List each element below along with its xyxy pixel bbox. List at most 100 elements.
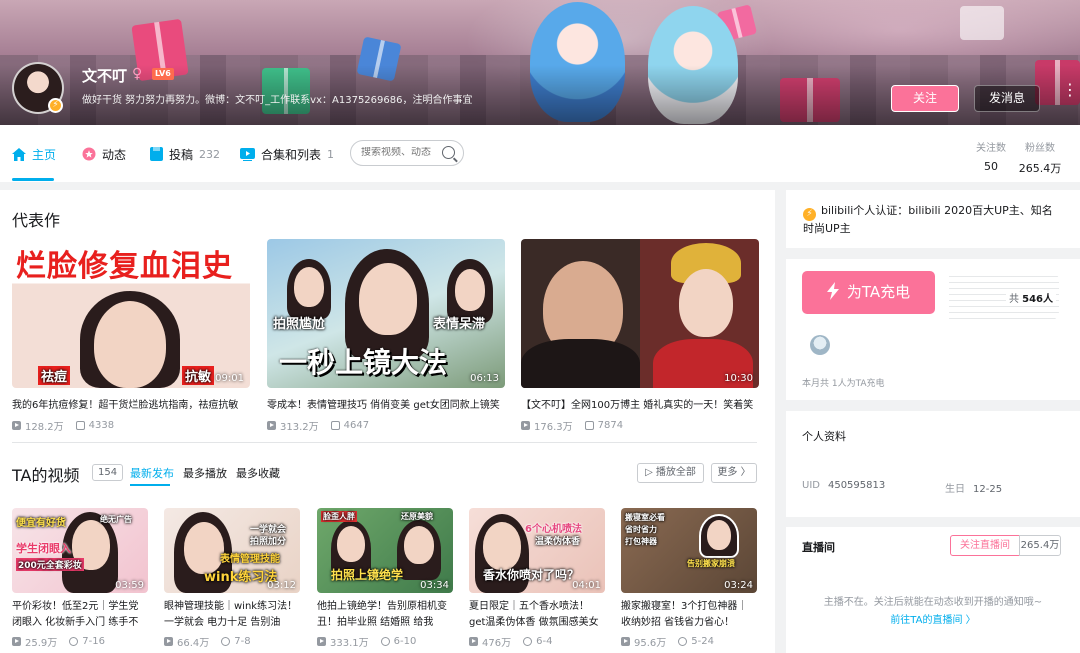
video-thumbnail[interactable]: 烂脸修复血泪史 祛痘 抗敏 09:01: [12, 239, 250, 388]
thumbnail-caption: 告别搬家崩溃: [687, 559, 735, 568]
tab-uploads[interactable]: 投稿 232: [150, 145, 220, 163]
certification-card: ⚡ bilibili个人认证：bilibili 2020百大UP主、知名时尚UP主: [786, 190, 1080, 248]
follow-live-button[interactable]: 关注直播间: [950, 535, 1020, 556]
personal-info-title: 个人资料: [802, 430, 846, 443]
thumbnail-caption: 拍照加分: [250, 537, 287, 547]
video-title[interactable]: 我的6年抗痘修复！超干货烂脸逃坑指南，祛痘抗敏: [12, 396, 250, 411]
charger-avatar[interactable]: [810, 335, 830, 355]
tab-dynamics[interactable]: 动态: [82, 145, 126, 163]
sort-tab-underline: [130, 484, 170, 486]
profile-nav: 主页 动态 投稿 232 合集和列表 1 关注数 50 粉丝数 265.4万: [0, 125, 1080, 182]
space-search-input[interactable]: [361, 147, 439, 158]
video-thumbnail[interactable]: 一学就会 拍照加分 表情管理技能 wink练习法 03:12: [164, 508, 300, 593]
thumbnail-caption: 拍照上镜绝学: [331, 568, 404, 582]
charge-total: 共 546人: [1005, 290, 1056, 305]
charge-total-prefix: 共: [1008, 294, 1019, 305]
video-meta: 313.2万 4647: [267, 418, 505, 433]
date-icon: [678, 637, 688, 646]
uid-label: UID: [802, 480, 820, 491]
uid-row: UID 450595813: [802, 480, 885, 491]
sort-tab-most-favorited[interactable]: 最多收藏: [236, 465, 280, 481]
video-meta: 176.3万 7874: [521, 418, 759, 433]
thumbnail-caption: 香水你喷对了吗？: [483, 568, 580, 582]
followers-stat[interactable]: 粉丝数 265.4万: [1018, 139, 1062, 176]
video-card[interactable]: 脸歪人胖 还原美貌 拍照上镜绝学 03:34 他拍上镜绝学！告别原相机变丑！拍毕…: [317, 508, 453, 649]
charge-button[interactable]: 为TA充电: [802, 271, 935, 314]
thumbnail-caption: 拍照尴尬: [273, 317, 326, 332]
tab-collections[interactable]: 合集和列表 1: [240, 145, 334, 163]
video-card[interactable]: 一学就会 拍照加分 表情管理技能 wink练习法 03:12 眼神管理技能｜wi…: [164, 508, 300, 649]
video-title[interactable]: 【文不叮】全网100万博主 婚礼真实的一天！笑着笑: [521, 396, 759, 411]
thumb-figure: [294, 267, 324, 307]
thumb-figure: [455, 269, 485, 311]
space-search-box[interactable]: [350, 140, 464, 166]
video-meta: 25.9万 7-16: [12, 634, 148, 649]
video-title[interactable]: 零成本！表情管理技巧 俏俏变美 get女团同款上镜笑: [267, 396, 505, 411]
video-duration: 03:12: [267, 580, 296, 591]
video-thumbnail[interactable]: 搬寝室必看 省时省力 打包神器 告别搬家崩溃 03:24: [621, 508, 757, 593]
stat-value: 265.4万: [1018, 162, 1062, 175]
certification-text: bilibili个人认证：bilibili 2020百大UP主、知名时尚UP主: [803, 204, 1053, 235]
play-count: 476万: [482, 638, 512, 649]
video-thumbnail[interactable]: 拍照尴尬 表情呆滞 一秒上镜大法 06:13: [267, 239, 505, 388]
live-offline-tip: 主播不在。关注后就能在动态收到开播的通知哦~: [823, 597, 1043, 608]
play-count: 66.4万: [177, 638, 210, 649]
play-count-icon: [521, 421, 530, 430]
video-thumbnail[interactable]: 6个心机喷法 温柔伪体香 香水你喷对了吗？ 04:01: [469, 508, 605, 593]
send-message-button[interactable]: 发消息: [974, 85, 1040, 112]
play-count-icon: [12, 637, 21, 646]
date-icon: [221, 637, 231, 646]
thumb-figure: [404, 526, 434, 564]
publish-date: 5-24: [691, 636, 714, 647]
video-thumbnail[interactable]: 脸歪人胖 还原美貌 拍照上镜绝学 03:34: [317, 508, 453, 593]
birthday-value: 12-25: [973, 484, 1003, 495]
video-duration: 03:24: [724, 580, 753, 591]
thumbnail-caption: 搬寝室必看: [625, 513, 665, 522]
search-icon[interactable]: [442, 146, 455, 159]
danmaku-count: 4338: [88, 420, 115, 431]
video-card[interactable]: 搬寝室必看 省时省力 打包神器 告别搬家崩溃 03:24 搬家搬寝室！3个打包神…: [621, 508, 757, 649]
date-icon: [523, 637, 533, 646]
sort-tab-latest[interactable]: 最新发布: [130, 465, 174, 481]
featured-video-card[interactable]: 烂脸修复血泪史 祛痘 抗敏 09:01 我的6年抗痘修复！超干货烂脸逃坑指南，祛…: [12, 239, 250, 433]
featured-video-card[interactable]: 拍照尴尬 表情呆滞 一秒上镜大法 06:13 零成本！表情管理技巧 俏俏变美 g…: [267, 239, 505, 433]
danmaku-icon: [584, 421, 594, 430]
video-meta: 128.2万 4338: [12, 418, 250, 433]
danmaku-icon: [330, 421, 340, 430]
play-count: 95.6万: [634, 638, 667, 649]
featured-video-card[interactable]: 10:30 【文不叮】全网100万博主 婚礼真实的一天！笑着笑 176.3万 7…: [521, 239, 759, 433]
uploads-count: 232: [199, 147, 221, 161]
thumbnail-caption: 200元全套彩妆: [16, 558, 84, 571]
video-thumbnail[interactable]: 便宜有好货 绝无广告 学生闭眼入 200元全套彩妆 03:59: [12, 508, 148, 593]
publish-date: 7-16: [82, 636, 105, 647]
sort-tab-most-played[interactable]: 最多播放: [183, 465, 227, 481]
video-title[interactable]: 搬家搬寝室！3个打包神器｜收纳妙招 省钱省力省心！: [621, 599, 757, 631]
thumbnail-caption: 还原美貌: [401, 512, 433, 521]
charge-label: 为TA充电: [846, 283, 911, 301]
verified-icon: ⚡: [803, 208, 816, 221]
publish-date: 6-4: [536, 636, 553, 647]
video-title[interactable]: 平价彩妆！低至2元｜学生党闭眼入 化妆新手入门 练手不: [12, 599, 148, 631]
personal-info-card: 个人资料 UID 450595813 生日 12-25: [786, 411, 1080, 517]
following-stat[interactable]: 关注数 50: [972, 139, 1010, 173]
main-content: 代表作 烂脸修复血泪史 祛痘 抗敏 09:01 我的6年抗痘修复！超干货烂脸逃坑…: [0, 190, 775, 653]
more-videos-button[interactable]: 更多 〉: [711, 463, 757, 483]
featured-section-title: 代表作: [12, 211, 61, 230]
more-menu-icon[interactable]: ⋮: [1062, 82, 1078, 98]
play-all-button[interactable]: ▷ 播放全部: [637, 463, 704, 483]
play-count: 313.2万: [280, 422, 319, 433]
video-card[interactable]: 便宜有好货 绝无广告 学生闭眼入 200元全套彩妆 03:59 平价彩妆！低至2…: [12, 508, 148, 649]
thumbnail-caption: 抗敏: [182, 366, 215, 385]
video-title[interactable]: 他拍上镜绝学！告别原相机变丑！拍毕业照 结婚照 给我: [317, 599, 453, 631]
profile-banner: ⚡ 文不叮 ♀ LV6 做好干货 努力努力再努力。微博：文不叮_工作联系vx：A…: [0, 0, 1080, 125]
follow-button[interactable]: 关注: [891, 85, 959, 112]
video-title[interactable]: 眼神管理技能｜wink练习法！一学就会 电力十足 告别油: [164, 599, 300, 631]
video-card[interactable]: 6个心机喷法 温柔伪体香 香水你喷对了吗？ 04:01 夏日限定｜五个香水喷法！…: [469, 508, 605, 649]
collection-icon: [240, 147, 255, 161]
video-meta: 95.6万 5-24: [621, 634, 757, 649]
go-to-live-room-link[interactable]: 前往TA的直播间 〉: [786, 611, 1080, 626]
tab-home[interactable]: 主页: [12, 145, 56, 163]
video-title[interactable]: 夏日限定｜五个香水喷法！get温柔伪体香 做氛围感美女: [469, 599, 605, 631]
danmaku-count: 4647: [343, 420, 370, 431]
video-thumbnail[interactable]: 10:30: [521, 239, 759, 388]
